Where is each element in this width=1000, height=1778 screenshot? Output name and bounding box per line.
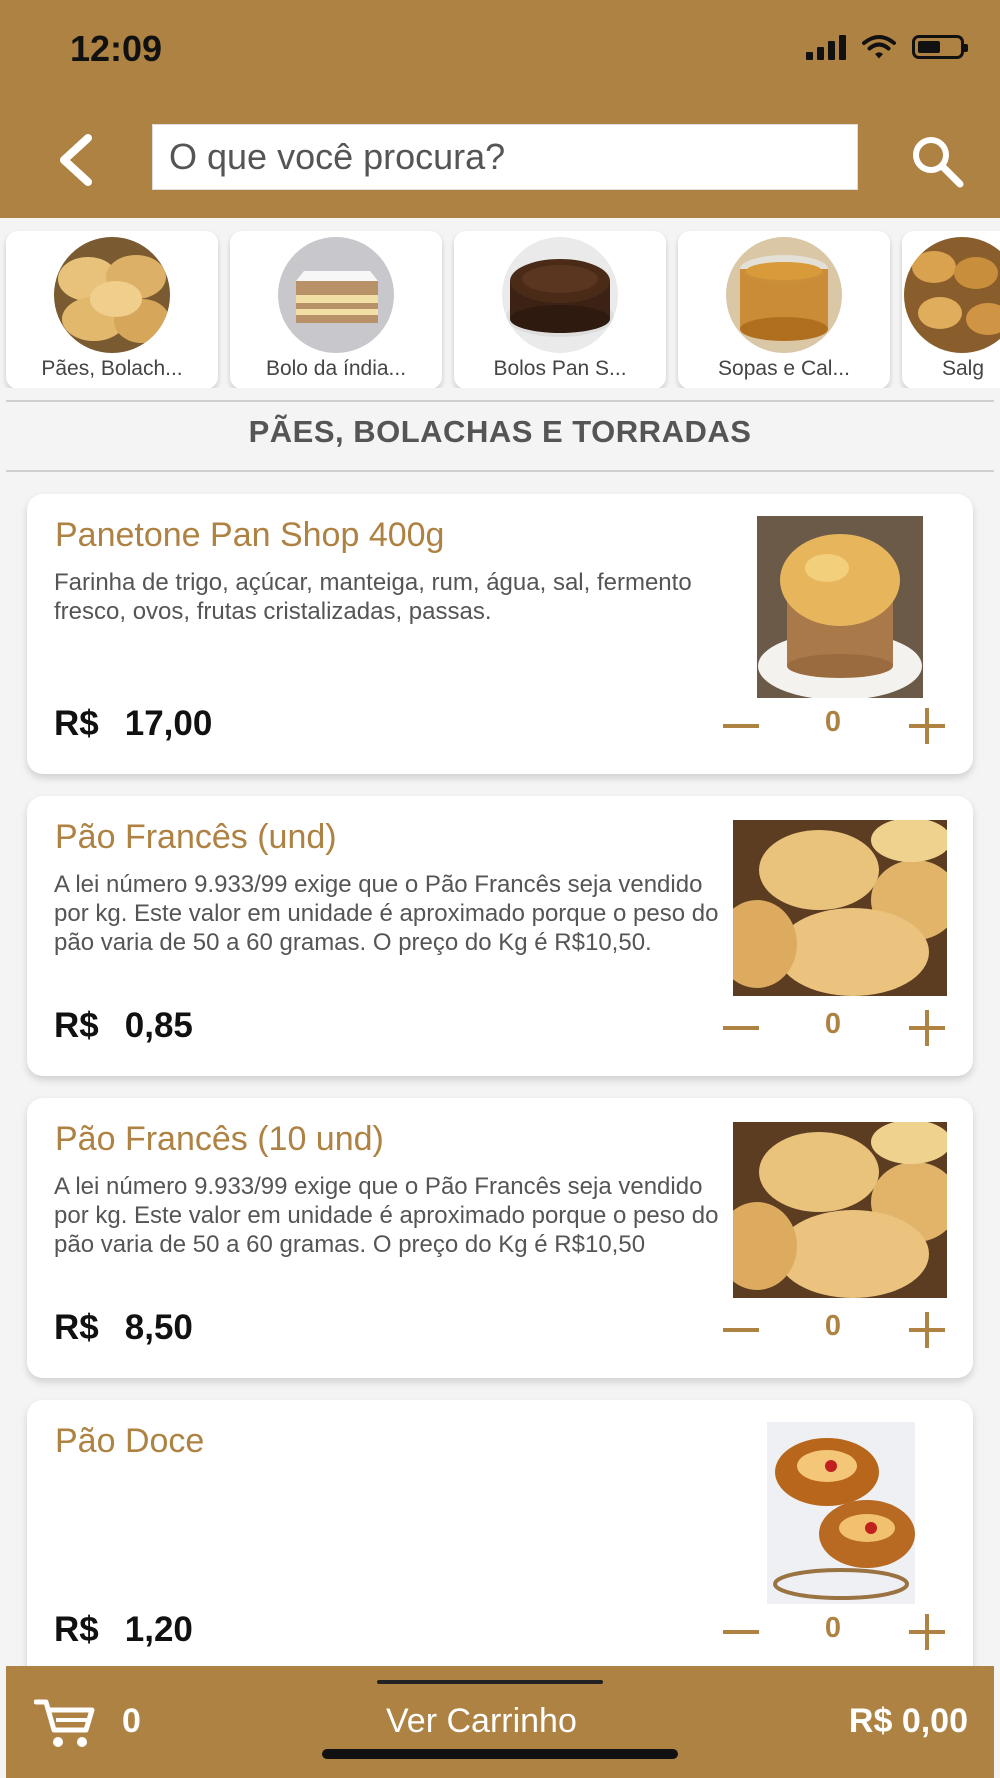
product-price: R$ 0,85 xyxy=(54,1006,193,1046)
product-card[interactable]: Pão Doce R$ 1,20 0 xyxy=(27,1400,973,1680)
back-button[interactable] xyxy=(52,132,102,188)
bread-rolls-image xyxy=(54,237,170,353)
category-card[interactable]: Salg xyxy=(902,231,1000,388)
price-value: 1,20 xyxy=(124,1610,193,1649)
drag-handle xyxy=(377,1680,603,1684)
category-carousel[interactable]: Pães, Bolach... Bolo da índia... Bolos P… xyxy=(0,228,1000,388)
search-field xyxy=(152,124,858,190)
product-card[interactable]: Pão Francês (10 und) A lei número 9.933/… xyxy=(27,1098,973,1378)
quantity-stepper: 0 xyxy=(723,1008,945,1052)
quantity-value: 0 xyxy=(824,1310,842,1342)
currency-symbol: R$ xyxy=(54,1006,99,1045)
decrease-button[interactable] xyxy=(723,1026,759,1030)
increase-button[interactable] xyxy=(909,708,945,744)
category-card[interactable]: Pães, Bolach... xyxy=(6,231,218,388)
increase-button[interactable] xyxy=(909,1614,945,1650)
category-label: Salg xyxy=(942,357,985,380)
category-label: Sopas e Cal... xyxy=(718,357,850,380)
category-label: Bolo da índia... xyxy=(265,357,407,380)
cellular-signal-icon xyxy=(806,34,846,60)
quantity-value: 0 xyxy=(824,706,842,738)
battery-icon xyxy=(912,35,968,59)
product-description: A lei número 9.933/99 exige que o Pão Fr… xyxy=(54,1173,719,1258)
sweet-bread-image xyxy=(767,1422,915,1604)
product-description: Farinha de trigo, açúcar, manteiga, rum,… xyxy=(54,569,692,625)
product-name: Pão Francês (10 und) xyxy=(55,1120,384,1158)
savory-snacks-image xyxy=(904,237,1000,353)
increase-button[interactable] xyxy=(909,1312,945,1348)
cake-slice-image xyxy=(278,237,394,353)
product-description: A lei número 9.933/99 exige que o Pão Fr… xyxy=(54,871,719,956)
wifi-icon xyxy=(862,35,896,59)
status-time: 12:09 xyxy=(70,28,163,69)
product-name: Pão Doce xyxy=(55,1422,205,1460)
price-value: 8,50 xyxy=(124,1308,193,1347)
french-bread-image xyxy=(733,820,947,996)
quantity-value: 0 xyxy=(824,1612,842,1644)
product-price: R$ 8,50 xyxy=(54,1308,193,1348)
quantity-stepper: 0 xyxy=(723,1612,945,1656)
category-card[interactable]: Bolo da índia... xyxy=(230,231,442,388)
currency-symbol: R$ xyxy=(54,704,99,743)
home-indicator[interactable] xyxy=(322,1749,678,1759)
category-card[interactable]: Sopas e Cal... xyxy=(678,231,890,388)
product-price: R$ 1,20 xyxy=(54,1610,193,1650)
section-title: PÃES, BOLACHAS E TORRADAS xyxy=(248,414,752,449)
status-icons xyxy=(806,34,968,60)
product-price: R$ 17,00 xyxy=(54,704,212,744)
product-name: Panetone Pan Shop 400g xyxy=(55,516,445,554)
search-icon[interactable] xyxy=(908,132,966,190)
divider xyxy=(6,400,994,402)
product-card[interactable]: Pão Francês (und) A lei número 9.933/99 … xyxy=(27,796,973,1076)
french-bread-image xyxy=(733,1122,947,1298)
cart-count: 0 xyxy=(122,1702,141,1740)
product-card[interactable]: Panetone Pan Shop 400g Farinha de trigo,… xyxy=(27,494,973,774)
decrease-button[interactable] xyxy=(723,724,759,728)
price-value: 17,00 xyxy=(124,704,213,743)
quantity-stepper: 0 xyxy=(723,706,945,750)
cart-icon xyxy=(34,1699,95,1747)
quantity-value: 0 xyxy=(824,1008,842,1040)
category-label: Pães, Bolach... xyxy=(41,357,183,380)
currency-symbol: R$ xyxy=(54,1308,99,1347)
category-label: Bolos Pan S... xyxy=(493,357,627,380)
chocolate-cake-image xyxy=(502,237,618,353)
soup-container-image xyxy=(726,237,842,353)
decrease-button[interactable] xyxy=(723,1630,759,1634)
cart-total: R$ 0,00 xyxy=(848,1702,968,1740)
top-bar: 12:09 xyxy=(0,0,1000,218)
increase-button[interactable] xyxy=(909,1010,945,1046)
view-cart-button[interactable]: Ver Carrinho xyxy=(386,1702,577,1741)
quantity-stepper: 0 xyxy=(723,1310,945,1354)
price-value: 0,85 xyxy=(124,1006,193,1045)
category-card[interactable]: Bolos Pan S... xyxy=(454,231,666,388)
currency-symbol: R$ xyxy=(54,1610,99,1649)
product-name: Pão Francês (und) xyxy=(55,818,337,856)
divider xyxy=(6,470,994,472)
decrease-button[interactable] xyxy=(723,1328,759,1332)
panettone-image xyxy=(757,516,923,698)
search-input[interactable] xyxy=(153,125,857,189)
